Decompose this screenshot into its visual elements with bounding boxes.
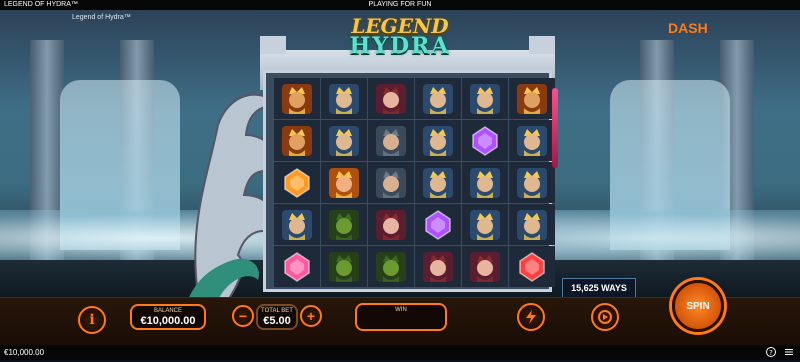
reel-cell [274,120,320,161]
reel-cell [415,246,461,287]
reel-cell [462,120,508,161]
reel-cell [509,120,555,161]
reel-cell [415,204,461,245]
info-button[interactable]: i [78,306,106,334]
reel-cell [321,78,367,119]
knight-green-icon [376,251,406,282]
help-icon[interactable]: ? [765,347,776,357]
total-bet-label: TOTAL BET [261,308,293,314]
minus-icon: − [238,308,248,324]
reel-cell [274,162,320,203]
total-bet-value: €5.00 [263,315,291,327]
king-blue-icon [423,167,453,198]
warrior-icon [376,167,406,198]
knight-green-icon [329,251,359,282]
total-bet-display: TOTAL BET €5.00 [256,304,298,330]
reel-cell [509,204,555,245]
increase-bet-button[interactable]: + [300,305,322,327]
reel-cell [462,78,508,119]
decrease-bet-button[interactable]: − [232,305,254,327]
feature-meter [552,88,558,168]
queen-icon [329,167,359,198]
king-blue-icon [423,83,453,114]
tower [260,36,286,54]
king-blue-icon [282,209,312,240]
king-blue-icon [517,209,547,240]
king-blue-icon [517,167,547,198]
princess-icon [470,251,500,282]
reel-cell [368,120,414,161]
king-orange-icon [282,83,312,114]
lightning-icon [526,310,536,324]
reels-grid [274,78,555,290]
reel-cell [368,162,414,203]
knight-green-icon [329,209,359,240]
reel-cell [415,78,461,119]
reel-cell [321,246,367,287]
gem-pink-icon [284,251,310,282]
reel-cell [462,246,508,287]
reel-cell [368,204,414,245]
warrior-icon [376,125,406,156]
ways-badge: 15,625 WAYS [562,278,636,298]
reel-cell [509,246,555,287]
reel-cell [274,246,320,287]
plus-icon: + [306,308,316,324]
tower [529,36,555,54]
win-display: WIN [355,303,447,331]
reel-cell [321,204,367,245]
reel-cell [274,78,320,119]
svg-text:?: ? [769,349,773,357]
balance-display: BALANCE €10,000.00 [130,304,206,330]
princess-icon [376,209,406,240]
win-label: WIN [395,307,407,313]
footer-bar: €10,000.00 ? [0,345,800,360]
reel-cell [368,246,414,287]
reel-cell [368,78,414,119]
spin-label: SPIN [686,300,710,312]
princess-icon [376,83,406,114]
game-logo: LEGEND HYDRA [335,16,465,59]
footer-balance: €10,000.00 [4,348,45,357]
king-blue-icon [329,125,359,156]
king-blue-icon [517,125,547,156]
autoplay-button[interactable] [591,303,619,331]
top-bar: LEGEND OF HYDRA™ PLAYING FOR FUN [0,0,800,10]
reel-cell [415,162,461,203]
reel-cell [415,120,461,161]
balance-label: BALANCE [153,308,182,314]
brand-logo: DASH [668,20,708,36]
gem-purple-icon [425,209,451,240]
king-blue-icon [423,125,453,156]
king-blue-icon [470,167,500,198]
reel-cell [321,120,367,161]
brand-mark: D [668,20,679,36]
king-blue-icon [470,83,500,114]
info-icon: i [89,312,95,328]
king-orange-icon [282,125,312,156]
gem-purple-icon [472,125,498,156]
reel-cell [509,78,555,119]
king-orange-icon [517,83,547,114]
menu-icon[interactable] [784,347,794,357]
balance-value: €10,000.00 [140,315,196,327]
autoplay-icon [598,310,612,324]
gem-heart-icon [519,251,545,282]
turbo-button[interactable] [517,303,545,331]
king-blue-icon [470,209,500,240]
game-subtitle: Legend of Hydra™ [72,14,131,21]
spin-button[interactable]: SPIN [672,280,724,332]
princess-icon [423,251,453,282]
reel-cell [462,204,508,245]
king-blue-icon [329,83,359,114]
logo-line2: HYDRA [349,33,451,59]
reel-cell [462,162,508,203]
reel-cell [509,162,555,203]
gem-orange-icon [284,167,310,198]
brand-name: ASH [678,20,708,36]
play-mode-status: PLAYING FOR FUN [368,1,432,8]
reel-cell [274,204,320,245]
reel-cell [321,162,367,203]
